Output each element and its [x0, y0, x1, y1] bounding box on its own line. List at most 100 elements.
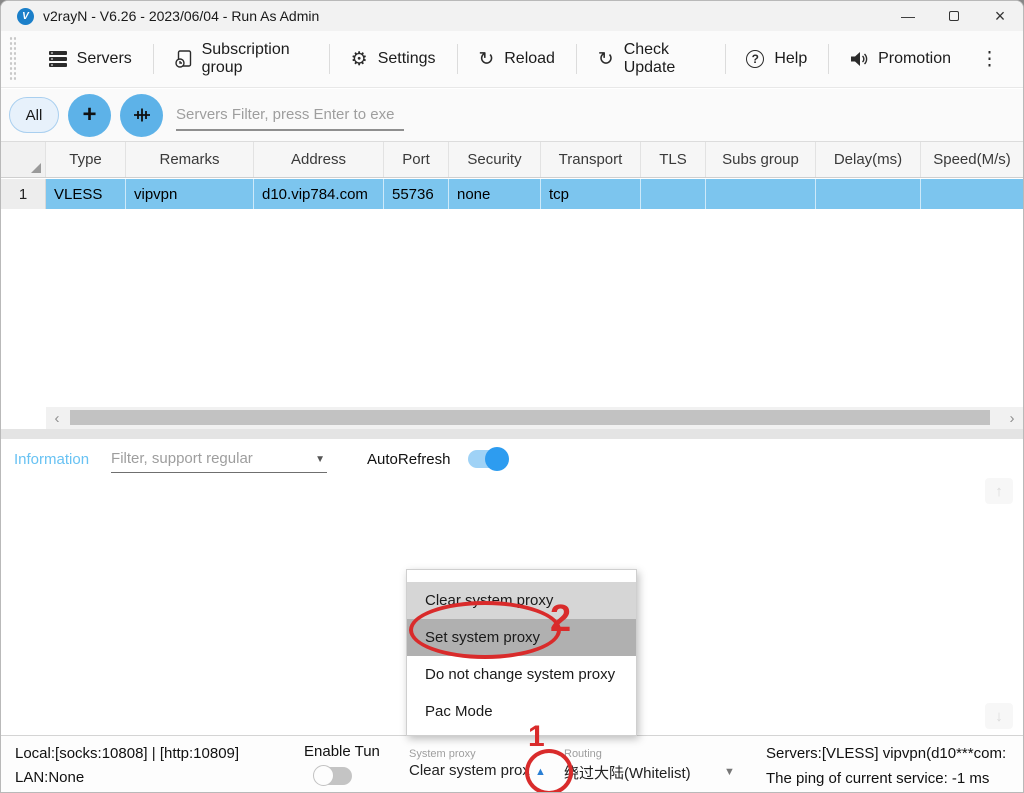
- cell-address[interactable]: d10.vip784.com: [254, 179, 384, 209]
- cell-transport[interactable]: tcp: [541, 179, 641, 209]
- subscription-group-icon: [175, 50, 192, 68]
- toggle-knob: [485, 447, 509, 471]
- check-update-label: Check Update: [624, 41, 704, 77]
- cell-port[interactable]: 55736: [384, 179, 449, 209]
- app-window: V v2rayN - V6.26 - 2023/06/04 - Run As A…: [0, 0, 1024, 793]
- app-logo-icon: V: [17, 8, 34, 25]
- gear-icon: ⚙: [351, 50, 368, 69]
- help-button[interactable]: ? Help: [725, 31, 828, 87]
- information-bar: Information ▼ AutoRefresh: [1, 439, 1023, 479]
- column-header-remarks[interactable]: Remarks: [126, 142, 254, 177]
- scroll-right-button[interactable]: ›: [1001, 407, 1023, 429]
- scroll-left-icon: ‹: [55, 410, 60, 427]
- main-toolbar: Servers Subscription group ⚙ Settings ↻ …: [1, 31, 1023, 88]
- settings-button[interactable]: ⚙ Settings: [330, 31, 457, 87]
- system-proxy-value[interactable]: Clear system prox: [409, 762, 533, 779]
- cell-type[interactable]: VLESS: [46, 179, 126, 209]
- plus-icon: +: [82, 101, 96, 129]
- horizontal-scrollbar-thumb[interactable]: [70, 410, 990, 425]
- annotation-circle-step1: [525, 749, 573, 793]
- check-update-icon: ↻: [598, 50, 614, 69]
- title-bar: V v2rayN - V6.26 - 2023/06/04 - Run As A…: [1, 1, 1023, 31]
- local-ports-text: Local:[socks:10808] | [http:10809]: [15, 742, 239, 766]
- annotation-number-2: 2: [550, 598, 571, 641]
- scroll-up-button[interactable]: ↑: [985, 478, 1013, 504]
- column-header-delay[interactable]: Delay(ms): [816, 142, 921, 177]
- close-button[interactable]: ×: [977, 1, 1023, 31]
- row-header[interactable]: 1: [1, 179, 46, 209]
- servers-label: Servers: [77, 50, 132, 68]
- reload-icon: ↻: [478, 50, 494, 69]
- column-header-transport[interactable]: Transport: [541, 142, 641, 177]
- log-filter-dropdown[interactable]: ▼: [111, 446, 327, 473]
- annotation-ellipse-step2: [409, 601, 561, 659]
- scroll-up-icon: ↑: [995, 483, 1003, 500]
- column-header-port[interactable]: Port: [384, 142, 449, 177]
- menu-item-do-not-change-system-proxy[interactable]: Do not change system proxy: [407, 656, 636, 693]
- servers-filter-input[interactable]: [176, 99, 404, 131]
- menu-item-pac-mode[interactable]: Pac Mode: [407, 693, 636, 730]
- autorefresh-label: AutoRefresh: [367, 451, 450, 468]
- server-table-header: Type Remarks Address Port Security Trans…: [1, 141, 1023, 178]
- close-icon: ×: [995, 6, 1006, 27]
- select-all-corner[interactable]: [1, 142, 46, 177]
- routing-value[interactable]: 绕过大陆(Whitelist): [564, 762, 742, 783]
- maximize-button[interactable]: [931, 1, 977, 31]
- enable-tun-toggle[interactable]: [314, 767, 352, 785]
- cell-delay[interactable]: [816, 179, 921, 209]
- help-icon: ?: [746, 50, 764, 68]
- current-server-text: Servers:[VLESS] vipvpn(d10***com:: [766, 741, 1006, 766]
- log-filter-input[interactable]: [111, 446, 301, 472]
- reload-button[interactable]: ↻ Reload: [457, 31, 576, 87]
- subscription-group-label: Subscription group: [202, 41, 308, 77]
- scroll-down-button[interactable]: ↓: [985, 703, 1013, 729]
- fit-columns-icon: [133, 106, 151, 124]
- scroll-down-icon: ↓: [995, 708, 1003, 725]
- cell-tls[interactable]: [641, 179, 706, 209]
- tab-information[interactable]: Information: [14, 451, 89, 468]
- column-header-speed[interactable]: Speed(M/s): [921, 142, 1023, 177]
- column-header-type[interactable]: Type: [46, 142, 126, 177]
- toolbar-grip[interactable]: [9, 36, 16, 82]
- cell-remarks[interactable]: vipvpn: [126, 179, 254, 209]
- chevron-down-icon: ▼: [315, 454, 325, 465]
- scroll-right-icon: ›: [1010, 410, 1015, 427]
- subscription-group-button[interactable]: Subscription group: [154, 31, 329, 87]
- toggle-knob: [313, 765, 334, 786]
- servers-icon: [49, 51, 67, 67]
- promotion-label: Promotion: [878, 50, 951, 68]
- add-group-button[interactable]: +: [68, 94, 111, 137]
- check-update-button[interactable]: ↻ Check Update: [577, 31, 725, 87]
- group-all-button[interactable]: All: [9, 97, 59, 133]
- window-title: v2rayN - V6.26 - 2023/06/04 - Run As Adm…: [43, 8, 319, 24]
- settings-label: Settings: [378, 50, 436, 68]
- cell-security[interactable]: none: [449, 179, 541, 209]
- select-all-triangle-icon: [31, 163, 41, 173]
- autorefresh-toggle[interactable]: [468, 450, 506, 468]
- scroll-left-button[interactable]: ‹: [46, 407, 68, 429]
- routing-dropdown[interactable]: Routing 绕过大陆(Whitelist) ▼: [564, 748, 742, 783]
- fit-columns-button[interactable]: [120, 94, 163, 137]
- server-filter-bar: All +: [1, 89, 1023, 141]
- promotion-button[interactable]: Promotion: [829, 31, 972, 87]
- window-controls: — ×: [885, 1, 1023, 31]
- cell-speed[interactable]: [921, 179, 1023, 209]
- minimize-icon: —: [901, 8, 915, 24]
- minimize-button[interactable]: —: [885, 1, 931, 31]
- status-bar: Local:[socks:10808] | [http:10809] LAN:N…: [1, 735, 1023, 793]
- enable-tun-label: Enable Tun: [304, 743, 380, 760]
- cell-subs-group[interactable]: [706, 179, 816, 209]
- panel-splitter[interactable]: [1, 429, 1023, 439]
- column-header-subs-group[interactable]: Subs group: [706, 142, 816, 177]
- more-icon: ⋮: [980, 49, 999, 70]
- horizontal-scrollbar[interactable]: ‹ ›: [46, 407, 1023, 429]
- table-row[interactable]: 1 VLESS vipvpn d10.vip784.com 55736 none…: [1, 179, 1023, 209]
- column-header-tls[interactable]: TLS: [641, 142, 706, 177]
- column-header-security[interactable]: Security: [449, 142, 541, 177]
- column-header-address[interactable]: Address: [254, 142, 384, 177]
- more-menu-button[interactable]: ⋮: [972, 48, 1007, 71]
- lan-text: LAN:None: [15, 766, 239, 790]
- servers-button[interactable]: Servers: [28, 31, 153, 87]
- chevron-down-icon[interactable]: ▼: [724, 766, 735, 778]
- ping-text: The ping of current service: -1 ms: [766, 766, 1006, 791]
